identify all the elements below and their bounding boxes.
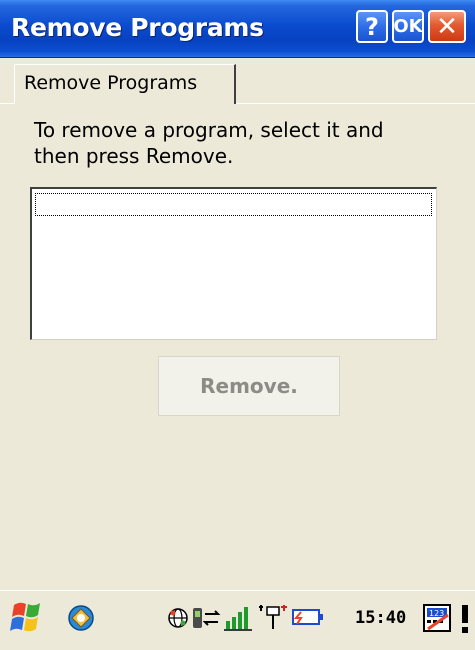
help-button[interactable]: ? [356,10,388,43]
instruction-line-1: To remove a program, select it and [34,118,384,142]
taskbar-clock[interactable]: 15:40 [355,608,406,628]
keyboard-123-icon[interactable]: 123 [422,603,454,633]
start-flag-icon[interactable] [10,599,44,635]
input-panel-icon[interactable] [458,601,475,635]
tab-divider [0,103,14,104]
device-sync-icon[interactable] [192,605,222,631]
ok-button[interactable]: OK [392,10,424,43]
network-globe-icon[interactable] [167,607,189,629]
program-list[interactable] [30,187,437,340]
close-button[interactable]: ✕ [428,10,466,43]
instruction-line-2: then press Remove. [34,144,234,168]
remove-button[interactable]: Remove. [158,356,340,416]
tab-remove-programs[interactable]: Remove Programs [14,64,236,104]
antenna-icon[interactable] [257,603,289,631]
title-bar: Remove Programs ? OK ✕ [0,0,475,58]
battery-icon[interactable] [291,607,325,627]
list-focus-row[interactable] [35,193,432,216]
signal-strength-icon[interactable] [224,603,254,631]
svg-text:123: 123 [429,609,444,618]
tab-divider [236,103,475,104]
app-icon[interactable] [66,603,96,633]
window-title: Remove Programs [11,13,264,42]
instruction-text: To remove a program, select it and then … [34,117,454,169]
